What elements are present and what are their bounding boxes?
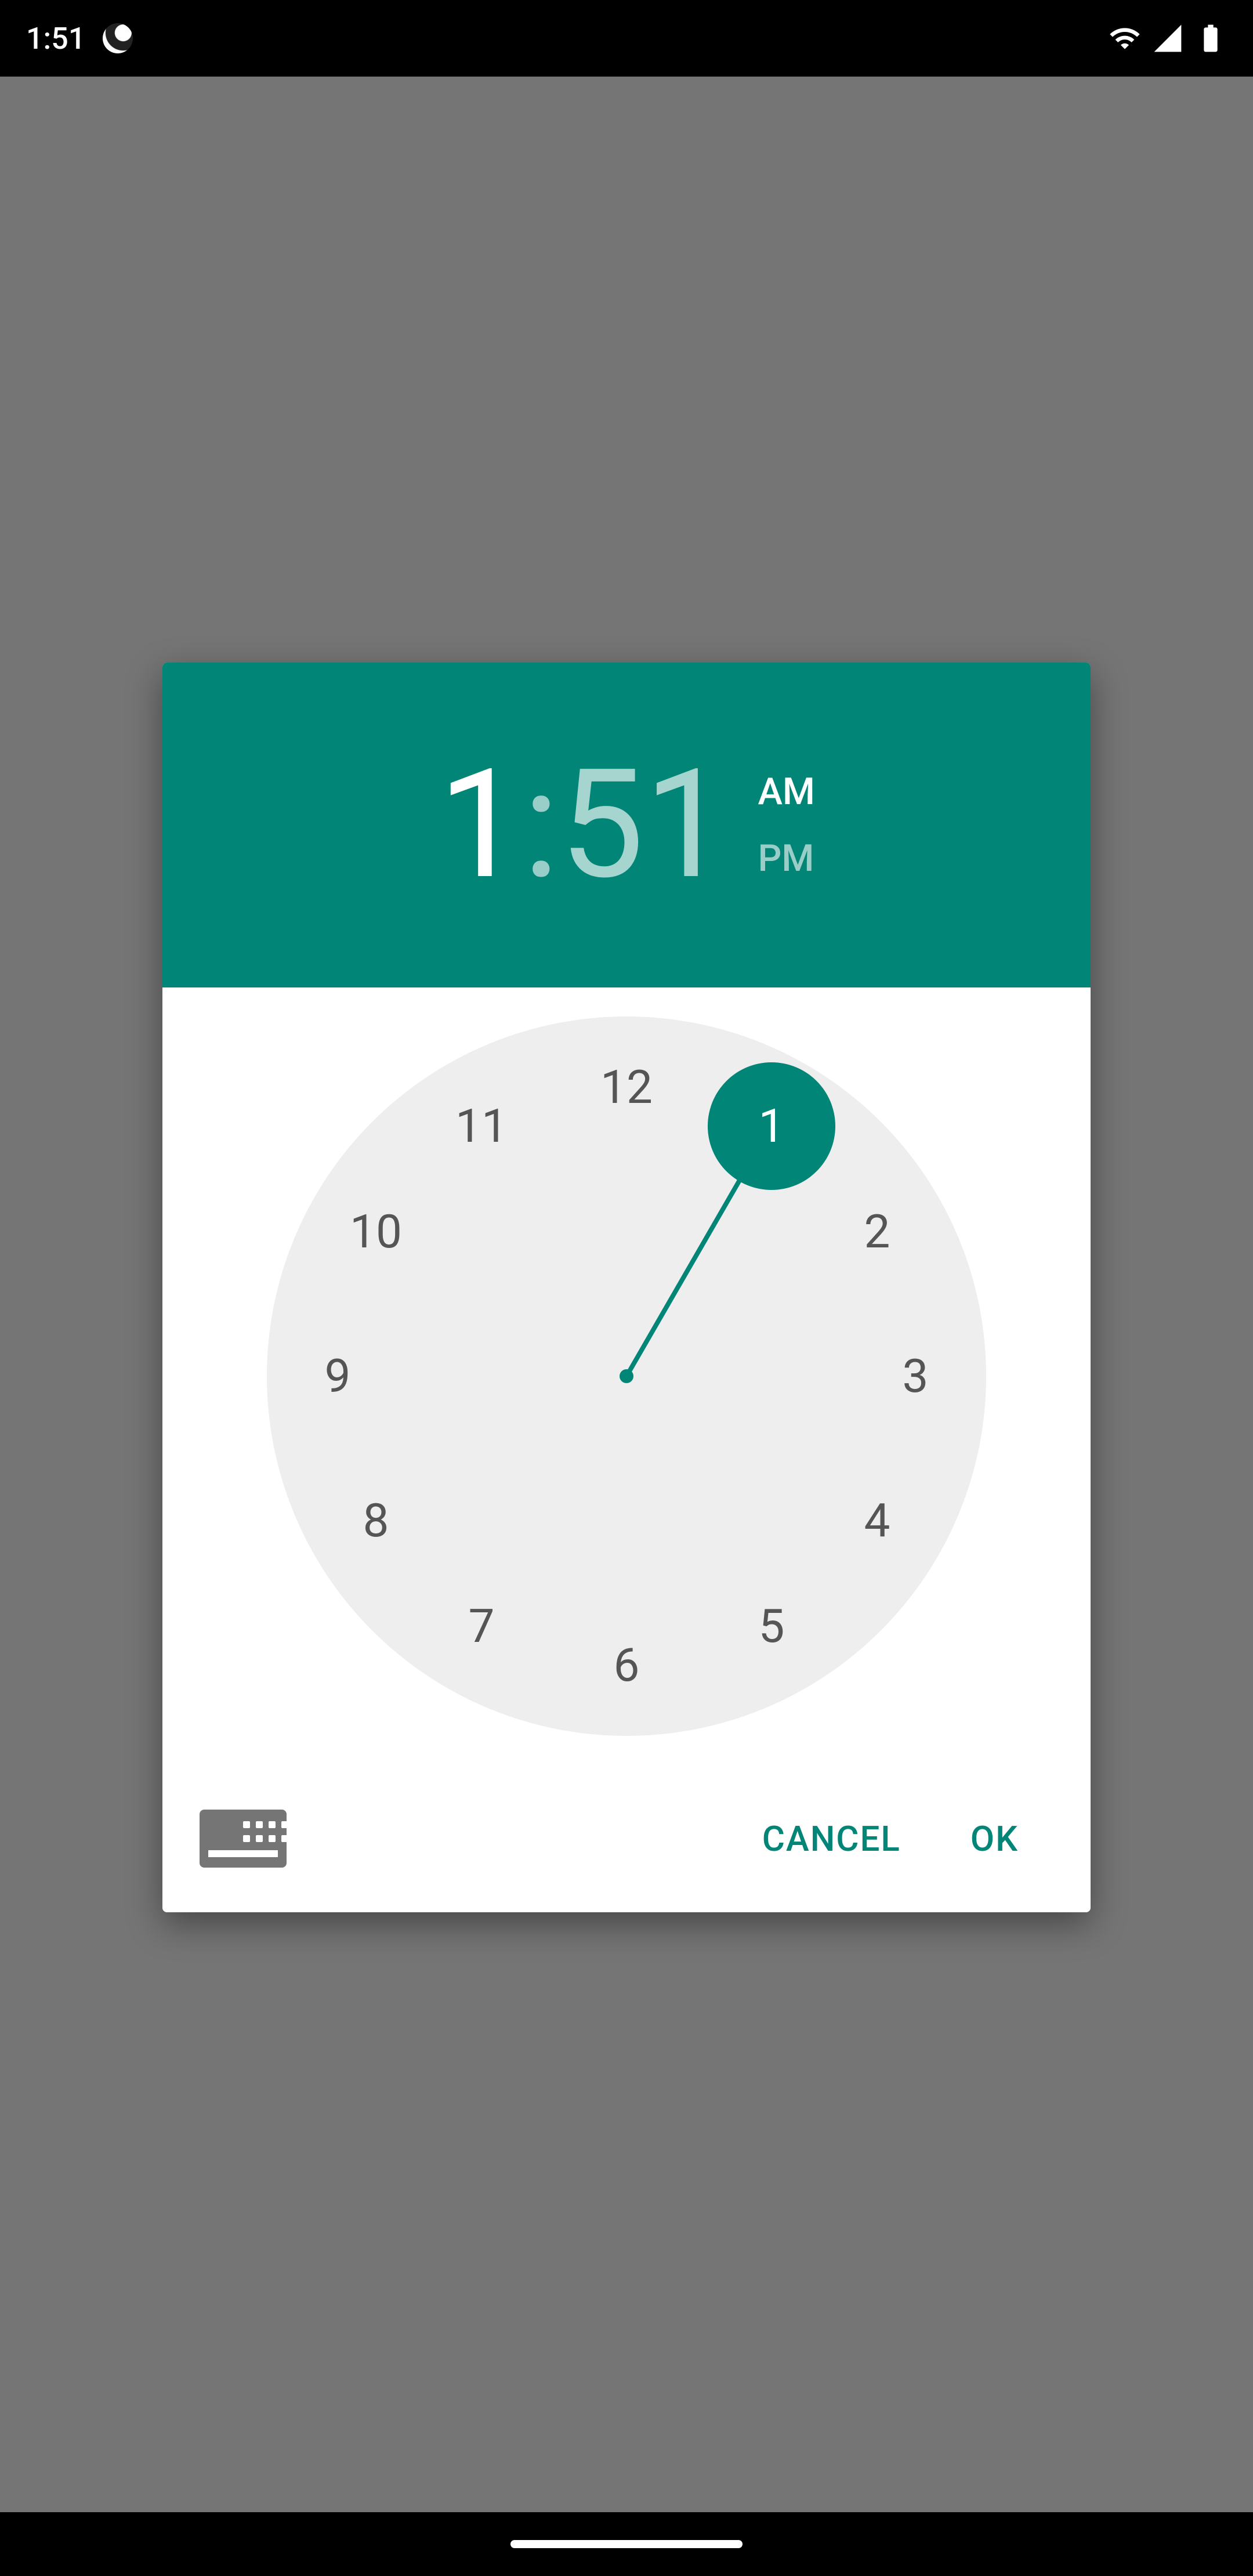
am-option[interactable]: AM [758,770,814,813]
hour-3[interactable]: 3 [852,1312,979,1440]
hour-2[interactable]: 2 [813,1168,941,1296]
hour-1[interactable]: 1 [708,1062,835,1190]
cancel-button[interactable]: CANCEL [727,1801,936,1877]
time-header: 1 : 51 AM PM [162,663,1091,987]
ampm-container: AM PM [758,770,814,880]
hour-6[interactable]: 6 [563,1601,690,1729]
hour-11[interactable]: 11 [418,1062,545,1190]
hour-10[interactable]: 10 [312,1168,440,1296]
signal-icon [1151,22,1184,55]
clock-area: 12 1 2 3 4 5 6 7 8 9 10 11 [162,987,1091,1765]
dialog-actions: CANCEL OK [162,1765,1091,1912]
hour-8[interactable]: 8 [312,1457,440,1584]
navigation-bar [0,2512,1253,2576]
clock-center [620,1369,633,1383]
nav-handle[interactable] [510,2540,743,2548]
wifi-icon [1109,22,1141,55]
status-right [1109,22,1227,55]
minute-display[interactable]: 51 [559,750,729,900]
time-picker-dialog: 1 : 51 AM PM 12 1 2 3 4 5 6 7 8 9 10 11 [162,663,1091,1912]
hour-4[interactable]: 4 [813,1457,941,1584]
disc-icon [103,23,133,53]
clock-face[interactable]: 12 1 2 3 4 5 6 7 8 9 10 11 [267,1016,986,1736]
hour-7[interactable]: 7 [418,1562,545,1690]
pm-option[interactable]: PM [758,837,814,880]
time-display: 1 : 51 AM PM [438,750,815,900]
status-left: 1:51 [26,21,133,56]
hour-12[interactable]: 12 [563,1023,690,1151]
status-time: 1:51 [26,21,85,56]
time-separator: : [523,750,559,900]
hour-display[interactable]: 1 [438,750,523,900]
status-bar: 1:51 [0,0,1253,77]
ok-button[interactable]: OK [936,1801,1053,1877]
hour-5[interactable]: 5 [708,1562,835,1690]
keyboard-toggle-button[interactable] [200,1810,287,1868]
hour-9[interactable]: 9 [274,1312,401,1440]
battery-icon [1194,22,1227,55]
